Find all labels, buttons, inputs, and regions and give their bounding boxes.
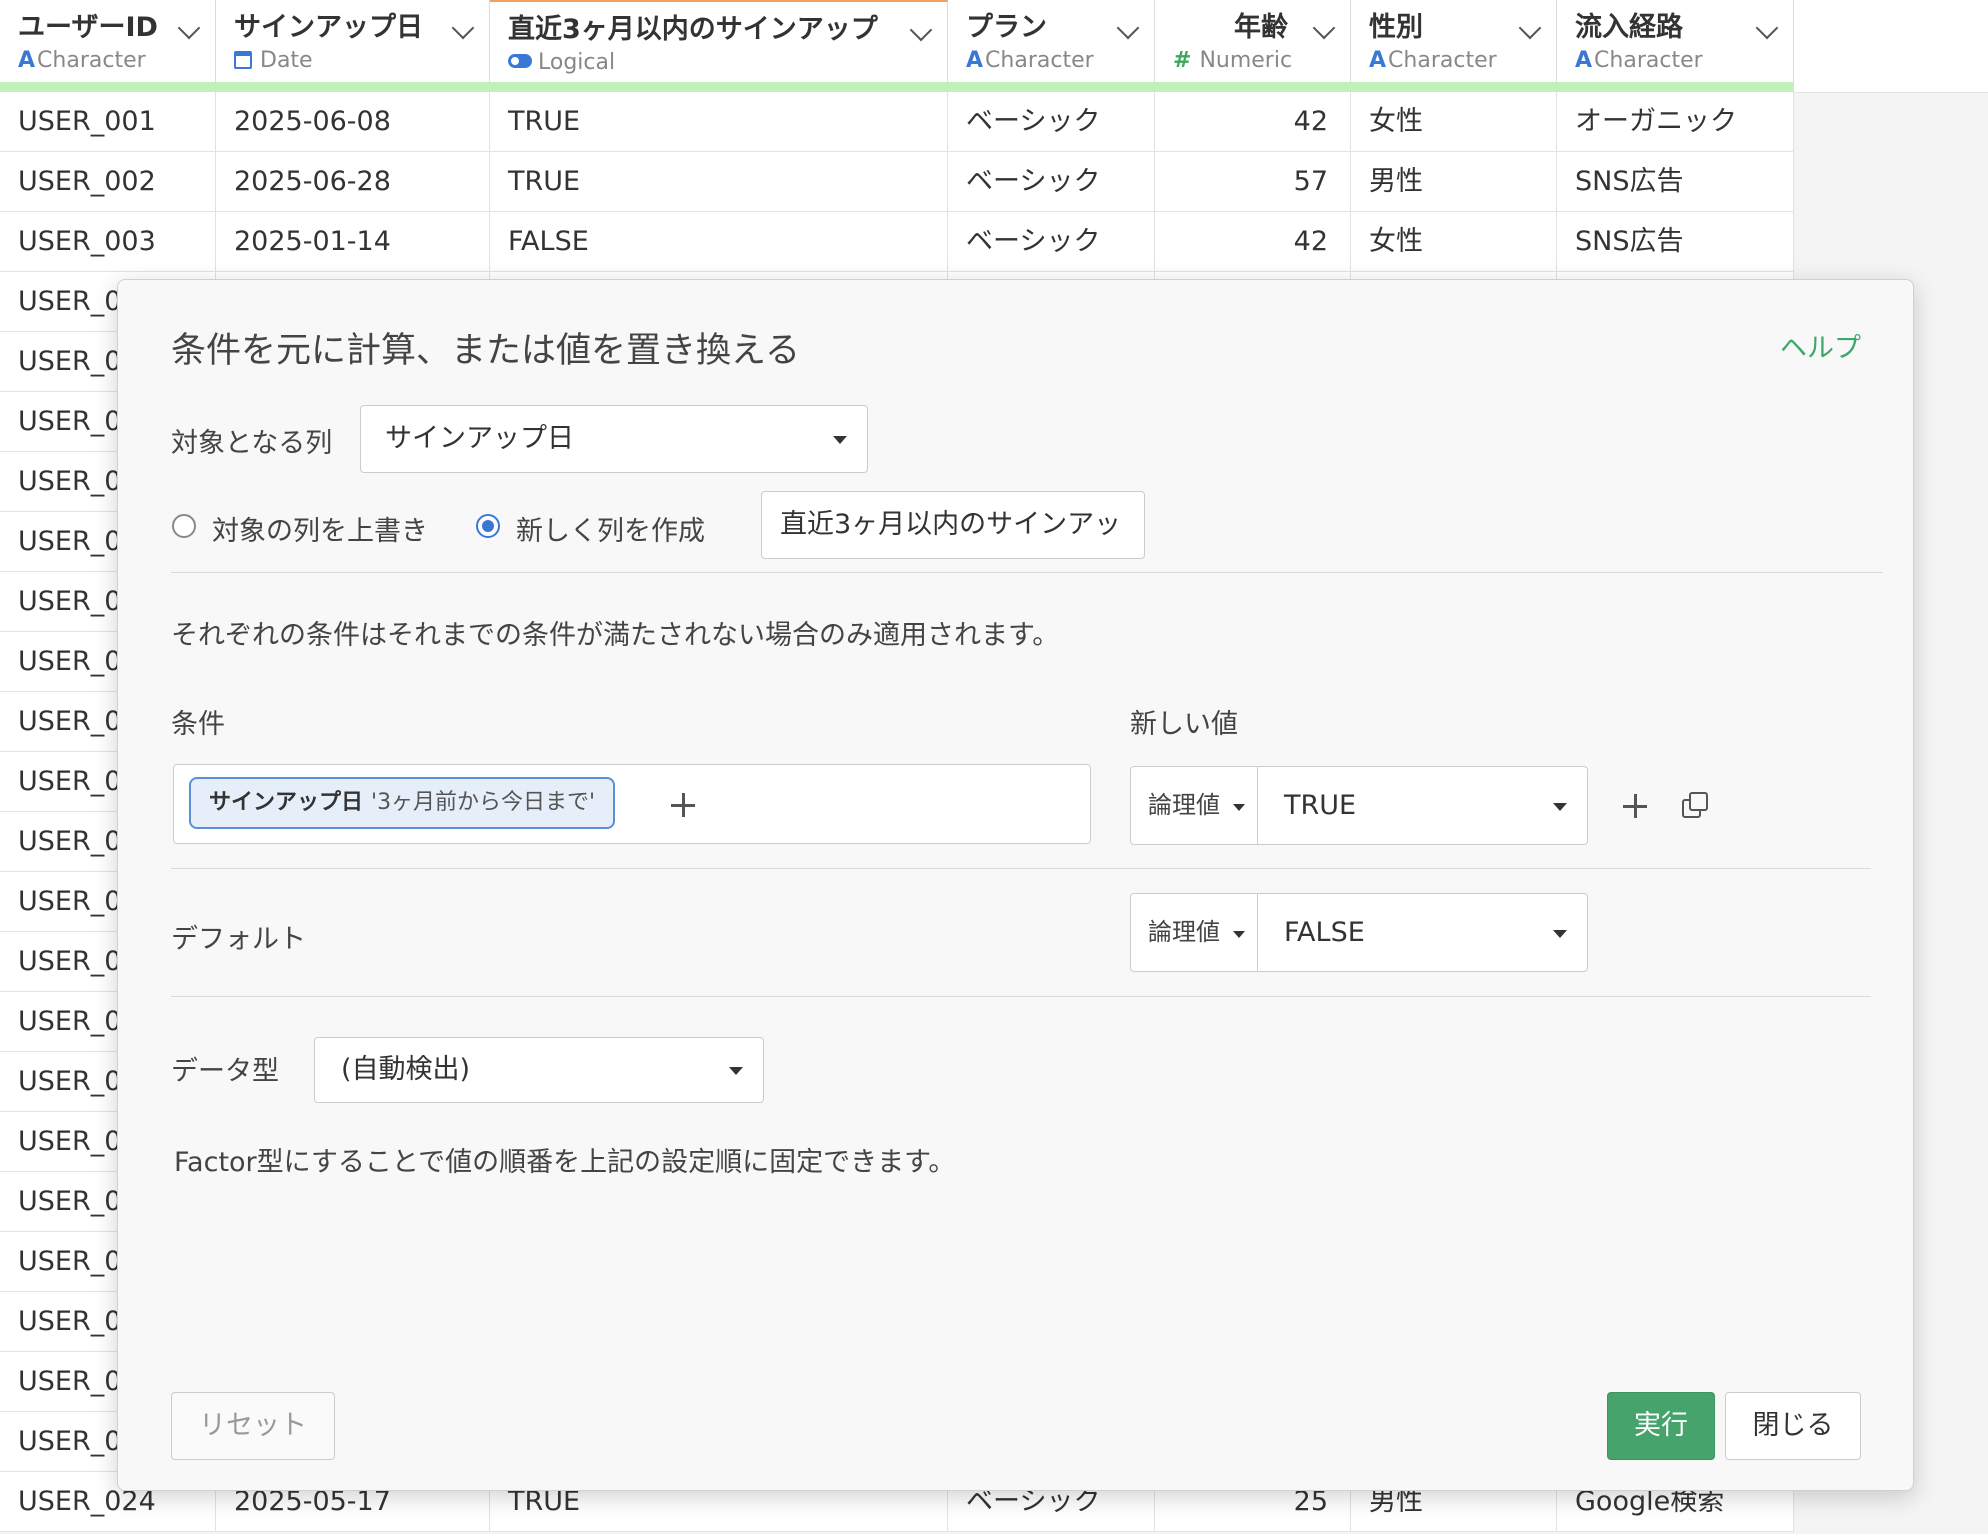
column-name: プラン	[966, 12, 1047, 43]
radio-new-column-label[interactable]: 新しく列を作成	[516, 509, 705, 548]
table-cell[interactable]: ベーシック	[948, 152, 1155, 211]
condition-chip-value: '3ヶ月前から今日まで'	[371, 790, 596, 815]
copy-icon[interactable]	[1682, 792, 1710, 820]
table-cell[interactable]: 2025-06-08	[216, 92, 490, 151]
table-cell[interactable]: TRUE	[490, 152, 948, 211]
condition-chip-column: サインアップ日	[209, 790, 364, 815]
character-icon: A	[1575, 48, 1593, 73]
hash-icon: #	[1173, 48, 1192, 73]
column-header-gender[interactable]: 性別 ACharacter	[1351, 0, 1557, 82]
condition-header: 条件	[171, 709, 225, 740]
data-type-select[interactable]: (自動検出)	[314, 1037, 764, 1103]
table-cell[interactable]: USER_003	[0, 212, 216, 271]
column-header-recent-signup[interactable]: 直近3ヶ月以内のサインアップ Logical	[490, 0, 948, 82]
target-column-select[interactable]: サインアップ日	[360, 405, 868, 473]
calendar-icon	[234, 51, 252, 69]
column-type: ACharacter	[1369, 48, 1497, 73]
caret-down-icon	[729, 1067, 743, 1075]
column-name: 流入経路	[1575, 12, 1683, 43]
reset-button[interactable]: リセット	[171, 1392, 335, 1460]
radio-overwrite[interactable]	[172, 514, 196, 538]
table-cell[interactable]: ベーシック	[948, 92, 1155, 151]
toggle-icon	[508, 54, 532, 68]
condition-value-select[interactable]: TRUE	[1258, 767, 1587, 844]
table-cell[interactable]: 57	[1155, 152, 1351, 211]
table-cell[interactable]: 男性	[1351, 152, 1557, 211]
table-row: USER_003 2025-01-14 FALSE ベーシック 42 女性 SNS広告	[0, 212, 1794, 272]
table-cell[interactable]: 女性	[1351, 92, 1557, 151]
new-column-name-input[interactable]: 直近3ヶ月以内のサインアッ	[761, 491, 1145, 559]
column-type: ACharacter	[18, 48, 146, 73]
data-type-value: (自動検出)	[341, 1054, 471, 1085]
table-cell[interactable]: USER_002	[0, 152, 216, 211]
condition-description: それぞれの条件はそれまでの条件が満たされない場合のみ適用されます。	[171, 620, 1060, 651]
data-type-label: データ型	[171, 1056, 279, 1087]
column-name: サインアップ日	[234, 12, 423, 43]
factor-note: Factor型にすることで値の順番を上記の設定順に固定できます。	[174, 1147, 956, 1178]
default-label: デフォルト	[171, 924, 306, 955]
default-value-select[interactable]: FALSE	[1258, 894, 1587, 971]
column-header-user-id[interactable]: ユーザーID ACharacter	[0, 0, 216, 82]
table-row: USER_002 2025-06-28 TRUE ベーシック 57 男性 SNS広告	[0, 152, 1794, 212]
table-cell[interactable]: オーガニック	[1557, 92, 1794, 151]
table-cell[interactable]: TRUE	[490, 92, 948, 151]
caret-down-icon	[1233, 931, 1245, 938]
caret-down-icon	[833, 436, 847, 444]
condition-value-group: 論理値 TRUE	[1130, 766, 1588, 845]
column-type: Logical	[508, 50, 927, 75]
column-name: 性別	[1369, 12, 1423, 43]
condition-chip[interactable]: サインアップ日 '3ヶ月前から今日まで'	[189, 777, 616, 829]
column-name: 直近3ヶ月以内のサインアップ	[508, 14, 878, 45]
table-cell[interactable]: 女性	[1351, 212, 1557, 271]
table-cell[interactable]: SNS広告	[1557, 152, 1794, 211]
table-cell[interactable]: 42	[1155, 212, 1351, 271]
column-name: ユーザーID	[18, 12, 158, 43]
grid-empty-area	[1794, 0, 1988, 93]
column-header-plan[interactable]: プラン ACharacter	[948, 0, 1155, 82]
caret-down-icon	[1553, 929, 1567, 938]
table-cell[interactable]: FALSE	[490, 212, 948, 271]
character-icon: A	[1369, 48, 1387, 73]
table-row: USER_001 2025-06-08 TRUE ベーシック 42 女性 オーガニック	[0, 92, 1794, 152]
table-cell[interactable]: USER_001	[0, 92, 216, 151]
conditional-replace-dialog: 条件を元に計算、または値を置き換える ヘルプ 対象となる列 サインアップ日 対象…	[117, 279, 1914, 1491]
condition-input-box[interactable]: サインアップ日 '3ヶ月前から今日まで'	[173, 764, 1091, 844]
table-cell[interactable]: 2025-01-14	[216, 212, 490, 271]
column-name: 年齢	[1234, 12, 1288, 43]
column-header-channel[interactable]: 流入経路 ACharacter	[1557, 0, 1794, 82]
default-value-group: 論理値 FALSE	[1130, 893, 1588, 972]
divider	[171, 572, 1883, 573]
column-type: ACharacter	[1575, 48, 1703, 73]
radio-new-column[interactable]	[476, 514, 500, 538]
caret-down-icon	[1233, 804, 1245, 811]
add-condition-icon[interactable]	[671, 793, 695, 817]
add-row-icon[interactable]	[1623, 794, 1647, 818]
table-cell[interactable]: 42	[1155, 92, 1351, 151]
caret-down-icon	[1553, 802, 1567, 811]
divider	[171, 996, 1871, 997]
column-header-signup-date[interactable]: サインアップ日 Date	[216, 0, 490, 82]
new-value-header: 新しい値	[1130, 709, 1238, 740]
condition-value-type-select[interactable]: 論理値	[1131, 767, 1258, 844]
column-type: Date	[234, 48, 469, 73]
table-cell[interactable]: 2025-06-28	[216, 152, 490, 211]
target-column-label: 対象となる列	[171, 428, 333, 459]
column-type: ACharacter	[966, 48, 1094, 73]
help-link[interactable]: ヘルプ	[1780, 326, 1861, 365]
default-value-type-select[interactable]: 論理値	[1131, 894, 1258, 971]
column-header-age[interactable]: 年齢 # Numeric	[1155, 0, 1351, 82]
character-icon: A	[18, 48, 36, 73]
character-icon: A	[966, 48, 984, 73]
radio-overwrite-label[interactable]: 対象の列を上書き	[212, 509, 428, 548]
table-cell[interactable]: SNS広告	[1557, 212, 1794, 271]
close-button[interactable]: 閉じる	[1725, 1392, 1861, 1460]
divider	[171, 868, 1871, 869]
table-cell[interactable]: ベーシック	[948, 212, 1155, 271]
column-type: # Numeric	[1173, 48, 1293, 73]
dialog-title: 条件を元に計算、または値を置き換える	[171, 331, 800, 371]
grid-header-row: ユーザーID ACharacter サインアップ日 Date 直近3ヶ月以内のサ…	[0, 0, 1794, 92]
run-button[interactable]: 実行	[1607, 1392, 1715, 1460]
target-column-value: サインアップ日	[385, 423, 574, 454]
